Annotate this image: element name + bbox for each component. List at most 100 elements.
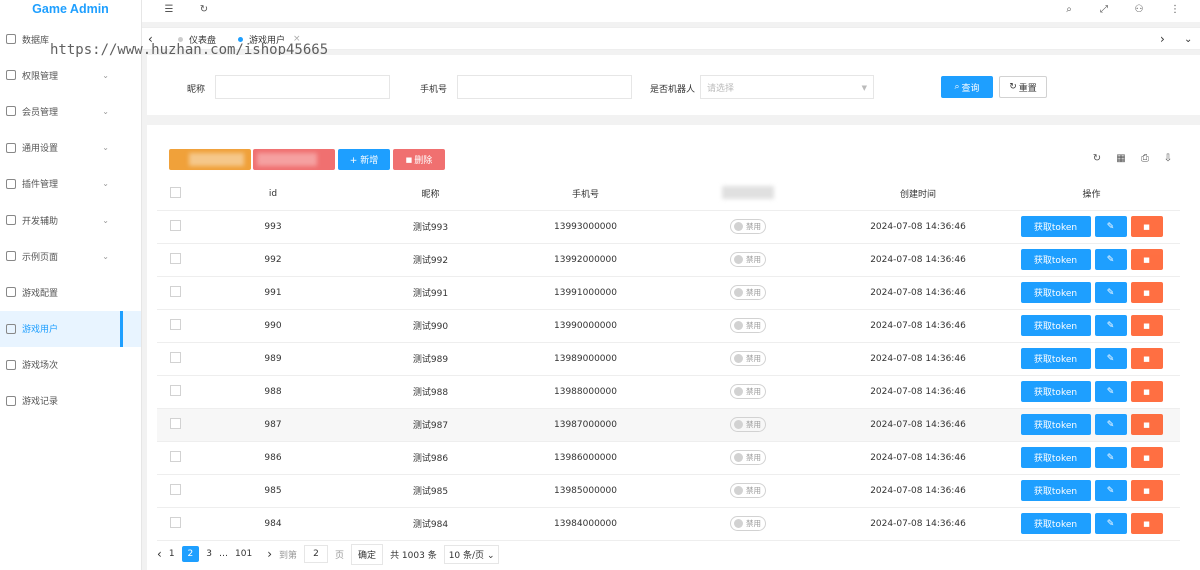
edit-button[interactable]: ✎	[1094, 414, 1127, 435]
add-button[interactable]: + 新增	[338, 149, 390, 170]
sidebar-item[interactable]: 数据库	[0, 21, 141, 57]
row-checkbox[interactable]	[169, 516, 181, 528]
get-token-button[interactable]: 获取token	[1020, 447, 1091, 468]
edit-button[interactable]: ✎	[1094, 447, 1127, 468]
print-icon[interactable]: ⎙	[1138, 151, 1152, 165]
page-size-select[interactable]: 10 条/页 ⌄	[443, 544, 500, 564]
redacted-toolbar-button-1[interactable]	[169, 149, 251, 170]
row-checkbox[interactable]	[169, 318, 181, 330]
phone-input[interactable]	[457, 75, 632, 99]
sidebar-item[interactable]: 通用设置 ⌄	[0, 130, 141, 166]
row-checkbox[interactable]	[169, 252, 181, 264]
redacted-toolbar-button-2[interactable]	[253, 149, 335, 170]
columns-icon[interactable]: ▦	[1114, 151, 1128, 165]
tab-close-icon[interactable]: ×	[293, 34, 301, 44]
goto-page-input[interactable]: 2	[304, 545, 329, 563]
tab-dashboard[interactable]: 仪表盘	[178, 28, 216, 50]
page-1[interactable]: 1	[169, 549, 175, 559]
row-checkbox[interactable]	[169, 417, 181, 429]
edit-button[interactable]: ✎	[1094, 282, 1127, 303]
get-token-button[interactable]: 获取token	[1020, 480, 1091, 501]
export-icon[interactable]: ⇩	[1161, 151, 1175, 165]
disable-switch[interactable]: 禁用	[730, 450, 766, 465]
menu-toggle-icon[interactable]: ☰	[162, 2, 176, 16]
get-token-button[interactable]: 获取token	[1020, 249, 1091, 270]
tabs-dropdown-icon[interactable]: ⌄	[1184, 28, 1192, 50]
next-page-icon[interactable]: ›	[267, 547, 272, 561]
fullscreen-icon[interactable]: ⤢	[1097, 2, 1111, 16]
disable-switch[interactable]: 禁用	[730, 285, 766, 300]
row-checkbox[interactable]	[169, 351, 181, 363]
delete-row-button[interactable]: ■	[1130, 381, 1163, 402]
disable-switch[interactable]: 禁用	[730, 417, 766, 432]
delete-row-button[interactable]: ■	[1130, 414, 1163, 435]
delete-button[interactable]: ■ 删除	[393, 149, 445, 170]
reset-button[interactable]: ↻ 重置	[999, 76, 1047, 98]
sidebar-nav: 数据库 权限管理 ⌄ 会员管理 ⌄ 通用设置 ⌄ 插件管理 ⌄ 开发辅助 ⌄ 示例页面 ⌄ 游戏配置游戏用…	[0, 21, 141, 419]
delete-row-button[interactable]: ■	[1130, 315, 1163, 336]
get-token-button[interactable]: 获取token	[1020, 414, 1091, 435]
disable-switch[interactable]: 禁用	[730, 483, 766, 498]
sidebar-item-label: 游戏配置	[22, 288, 59, 299]
sidebar-item[interactable]: 游戏记录	[0, 383, 141, 419]
disable-switch[interactable]: 禁用	[730, 516, 766, 531]
row-checkbox[interactable]	[169, 450, 181, 462]
page-last[interactable]: 101	[235, 549, 252, 559]
disable-switch[interactable]: 禁用	[730, 252, 766, 267]
get-token-button[interactable]: 获取token	[1020, 513, 1091, 534]
sidebar-item[interactable]: 会员管理 ⌄	[0, 93, 141, 129]
disable-switch[interactable]: 禁用	[730, 318, 766, 333]
delete-row-button[interactable]: ■	[1130, 447, 1163, 468]
goto-confirm-button[interactable]: 确定	[351, 543, 384, 565]
row-checkbox[interactable]	[169, 285, 181, 297]
sidebar-item[interactable]: 开发辅助 ⌄	[0, 202, 141, 238]
delete-row-button[interactable]: ■	[1130, 348, 1163, 369]
delete-row-button[interactable]: ■	[1130, 249, 1163, 270]
user-icon[interactable]: ⚇	[1132, 2, 1146, 16]
prev-page-icon[interactable]: ‹	[157, 547, 162, 561]
sidebar-item[interactable]: 示例页面 ⌄	[0, 238, 141, 274]
get-token-button[interactable]: 获取token	[1020, 282, 1091, 303]
disable-switch[interactable]: 禁用	[730, 384, 766, 399]
get-token-button[interactable]: 获取token	[1020, 348, 1091, 369]
disable-switch[interactable]: 禁用	[730, 219, 766, 234]
refresh-icon[interactable]: ↻	[197, 2, 211, 16]
edit-button[interactable]: ✎	[1094, 513, 1127, 534]
disable-switch[interactable]: 禁用	[730, 351, 766, 366]
row-checkbox[interactable]	[169, 219, 181, 231]
delete-row-button[interactable]: ■	[1130, 480, 1163, 501]
sidebar-item[interactable]: 插件管理 ⌄	[0, 166, 141, 202]
sidebar-item[interactable]: 权限管理 ⌄	[0, 57, 141, 93]
query-button[interactable]: ⌕ 查询	[941, 76, 993, 98]
select-all-checkbox[interactable]	[169, 186, 181, 198]
sidebar-item-label: 通用设置	[22, 144, 59, 155]
tabs-next-icon[interactable]: ›	[1160, 28, 1165, 50]
search-icon[interactable]: ⌕	[1062, 2, 1076, 16]
page-3[interactable]: 3	[206, 549, 212, 559]
get-token-button[interactable]: 获取token	[1020, 381, 1091, 402]
delete-row-button[interactable]: ■	[1130, 282, 1163, 303]
refresh-icon[interactable]: ↻	[1090, 151, 1104, 165]
edit-button[interactable]: ✎	[1094, 480, 1127, 501]
delete-row-button[interactable]: ■	[1130, 216, 1163, 237]
delete-row-button[interactable]: ■	[1130, 513, 1163, 534]
cell-ops: 获取token ✎ ■	[1003, 276, 1180, 310]
row-checkbox[interactable]	[169, 483, 181, 495]
edit-button[interactable]: ✎	[1094, 315, 1127, 336]
get-token-button[interactable]: 获取token	[1020, 216, 1091, 237]
edit-button[interactable]: ✎	[1094, 249, 1127, 270]
robot-select[interactable]: 请选择 ▼	[700, 75, 874, 99]
sidebar-item[interactable]: 游戏配置	[0, 274, 141, 310]
table-row: 993 测试993 13993000000 禁用 2024-07-08 14:36:46…	[157, 210, 1180, 244]
edit-button[interactable]: ✎	[1094, 348, 1127, 369]
edit-button[interactable]: ✎	[1094, 381, 1127, 402]
sidebar-item[interactable]: 游戏用户	[0, 310, 141, 347]
sidebar-item[interactable]: 游戏场次	[0, 347, 141, 383]
edit-button[interactable]: ✎	[1094, 216, 1127, 237]
more-icon[interactable]: ⋮	[1168, 2, 1182, 16]
get-token-button[interactable]: 获取token	[1020, 315, 1091, 336]
tabs-prev-icon[interactable]: ‹	[148, 28, 153, 50]
tab-game-users[interactable]: 游戏用户 ×	[238, 28, 301, 50]
row-checkbox[interactable]	[169, 384, 181, 396]
nickname-input[interactable]	[215, 75, 390, 99]
